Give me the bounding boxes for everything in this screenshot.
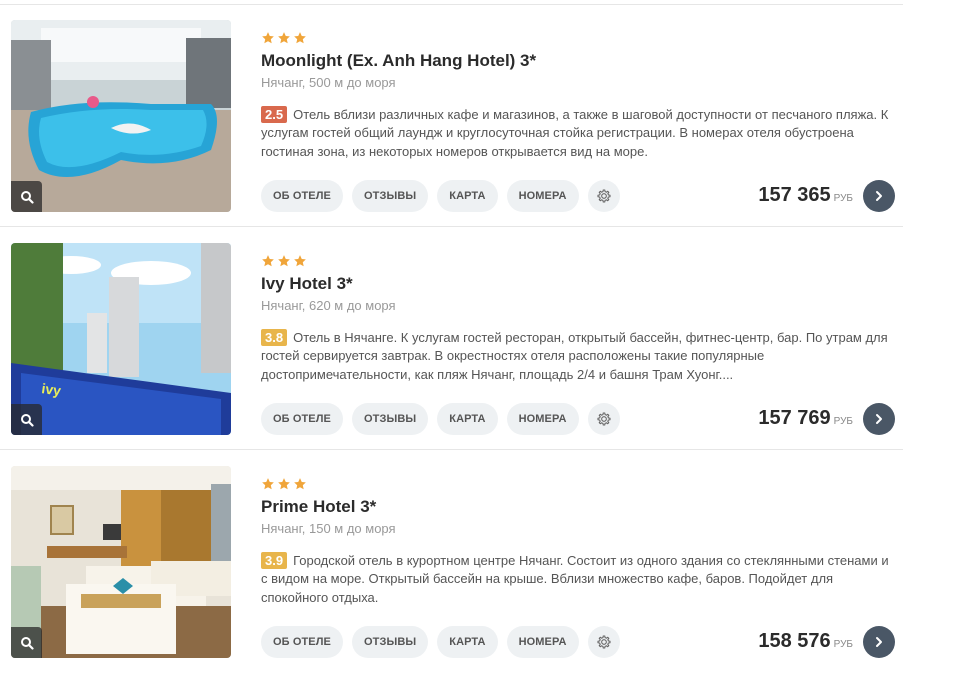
hotel-card: ivy Ivy Hotel 3* Нячанг, 620 м до моря 3… [0,227,903,450]
star-icon [262,32,274,44]
hotel-stars [261,31,307,45]
map-button[interactable]: КАРТА [437,180,498,212]
open-hotel-button[interactable] [863,403,895,435]
hotel-photo[interactable]: ivy [11,243,231,435]
star-icon [278,478,290,490]
star-icon [278,32,290,44]
zoom-button[interactable] [11,404,42,435]
gear-icon [596,189,611,203]
hotel-location: Нячанг, 150 м до моря [261,521,396,536]
price-currency: РУБ [833,193,853,204]
price: 157 365 РУБ [758,184,853,207]
map-button[interactable]: КАРТА [437,403,498,435]
star-icon [262,478,274,490]
star-icon [294,255,306,267]
hotel-stars [261,477,307,491]
hotel-name[interactable]: Ivy Hotel 3* [261,274,353,294]
rating-badge: 3.8 [261,329,288,346]
price-value: 158 576 [758,630,831,652]
hotel-location: Нячанг, 620 м до моря [261,298,396,313]
price-value: 157 769 [758,407,831,429]
chevron-right-icon [876,414,882,424]
zoom-button[interactable] [11,627,42,658]
about-hotel-button[interactable]: ОБ ОТЕЛЕ [261,403,343,435]
hotel-description: 2.5 Отель вблизи различных кафе и магазин… [261,106,891,161]
star-icon [262,255,274,267]
star-icon [278,255,290,267]
about-hotel-button[interactable]: ОБ ОТЕЛЕ [261,180,343,212]
hotel-stars [261,254,307,268]
hotel-photo[interactable] [11,20,231,212]
reviews-button[interactable]: ОТЗЫВЫ [352,626,429,658]
svg-text:ivy: ivy [41,380,63,399]
hotel-description: 3.9 Городской отель в курортном центре Ня… [261,552,891,607]
reviews-button[interactable]: ОТЗЫВЫ [352,180,429,212]
hotel-location: Нячанг, 500 м до моря [261,75,396,90]
zoom-button[interactable] [11,181,42,212]
star-icon [294,32,306,44]
price-currency: РУБ [833,639,853,650]
hotel-description: 3.8 Отель в Нячанге. К услугам гостей рес… [261,329,891,384]
action-buttons: ОБ ОТЕЛЕ ОТЗЫВЫ КАРТА НОМЕРА [261,626,620,658]
gear-icon [596,635,611,649]
price-currency: РУБ [833,416,853,427]
rating-badge: 2.5 [261,106,288,123]
pool-photo [11,20,231,212]
action-buttons: ОБ ОТЕЛЕ ОТЗЫВЫ КАРТА НОМЕРА [261,180,620,212]
rooms-button[interactable]: НОМЕРА [506,180,579,212]
hotel-room-photo [11,466,231,658]
about-hotel-button[interactable]: ОБ ОТЕЛЕ [261,626,343,658]
description-text: Городской отель в курортном центре Нячан… [261,553,889,605]
rooms-button[interactable]: НОМЕРА [506,626,579,658]
hotel-card: Moonlight (Ex. Anh Hang Hotel) 3* Нячанг… [0,4,903,227]
hotel-card: Prime Hotel 3* Нячанг, 150 м до моря 3.9… [0,450,903,673]
amenities-button[interactable] [587,403,620,435]
hotel-photo[interactable] [11,466,231,658]
rating-badge: 3.9 [261,552,288,569]
chevron-right-icon [876,191,882,201]
price: 158 576 РУБ [758,630,853,653]
open-hotel-button[interactable] [863,626,895,658]
star-icon [294,478,306,490]
rooms-button[interactable]: НОМЕРА [506,403,579,435]
search-icon [20,636,34,650]
amenities-button[interactable] [587,626,620,658]
map-button[interactable]: КАРТА [437,626,498,658]
search-icon [20,190,34,204]
price: 157 769 РУБ [758,407,853,430]
chevron-right-icon [876,637,882,647]
rooftop-pool-photo: ivy [11,243,231,435]
open-hotel-button[interactable] [863,180,895,212]
search-icon [20,413,34,427]
hotel-name[interactable]: Moonlight (Ex. Anh Hang Hotel) 3* [261,51,536,71]
action-buttons: ОБ ОТЕЛЕ ОТЗЫВЫ КАРТА НОМЕРА [261,403,620,435]
amenities-button[interactable] [587,180,620,212]
reviews-button[interactable]: ОТЗЫВЫ [352,403,429,435]
price-value: 157 365 [758,184,831,206]
description-text: Отель вблизи различных кафе и магазинов,… [261,107,889,159]
gear-icon [596,412,611,426]
hotel-name[interactable]: Prime Hotel 3* [261,497,376,517]
description-text: Отель в Нячанге. К услугам гостей рестор… [261,330,888,382]
